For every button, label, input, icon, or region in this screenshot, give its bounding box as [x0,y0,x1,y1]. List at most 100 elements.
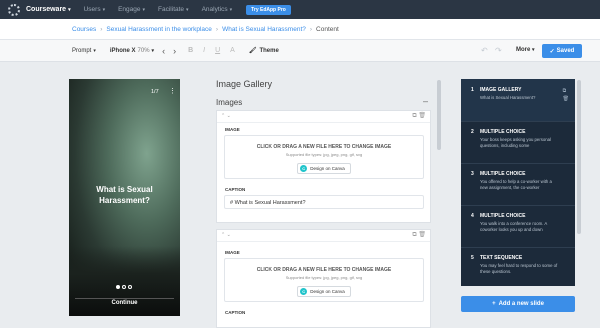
editor-scrollbar[interactable] [437,80,441,150]
breadcrumb-lesson[interactable]: What is Sexual Harassment? [222,26,306,33]
chevron-down-icon: ▾ [68,6,71,13]
editor-title: Image Gallery [216,79,273,89]
theme-label: Theme [259,47,279,54]
canva-button-label: Design on Canva [310,166,345,171]
device-label: iPhone X [109,47,136,54]
slide-title: MULTIPLE CHOICE [480,213,526,219]
chevron-down-icon: ▾ [102,6,106,13]
image-label: IMAGE [225,127,240,132]
slide-counter: 1/7 [151,89,159,95]
image-label: IMAGE [225,250,240,255]
images-section-title: Images [216,98,243,107]
slide-item-5[interactable]: 5 TEXT SEQUENCE You may feel hard to res… [461,247,575,286]
slide-number: 5 [471,255,474,261]
text-size-button[interactable]: A [230,47,235,54]
slide-description: What is Sexual Harassment? [480,95,536,100]
redo-icon[interactable]: ↷ [495,46,502,55]
dropzone-text: CLICK OR DRAG A NEW FILE HERE TO CHANGE … [256,144,392,150]
slide-list-scrollbar[interactable] [577,80,581,234]
prev-arrow-icon[interactable]: ‹ [162,46,165,56]
file-types-text: Supported file types: jpg, jpeg, png, gi… [285,152,363,157]
preview-title-line2: Harassment? [99,196,150,205]
device-dropdown[interactable]: iPhone X 70% ▾ [110,48,154,54]
breadcrumb-separator: › [215,25,219,33]
underline-button[interactable]: U [215,47,220,54]
breadcrumb-separator: › [309,25,313,33]
prompt-dropdown[interactable]: Prompt ▾ [72,48,96,54]
saved-button[interactable]: ✓ Saved [542,44,582,58]
nav-engage-label: Engage [118,6,141,13]
top-nav: Courseware ▾ Users ▾ Engage ▾ Facilitate ▾ A… [0,0,600,19]
progress-bar [75,298,174,299]
saved-label: Saved [556,48,575,54]
slide-item-4[interactable]: 4 MULTIPLE CHOICE You walk into a confer… [461,205,575,248]
try-pro-button[interactable]: Try EdApp Pro [246,4,291,15]
slide-description: You walk into a conference room. A cowor… [480,221,547,232]
preview-title: What is Sexual Harassment? [69,184,180,206]
caption-input[interactable]: # What is Sexual Harassment? [224,195,424,209]
image-card-2: ⌃ ⌄ ⧉ 🗑 IMAGE CLICK OR DRAG A NEW FILE H… [216,229,431,328]
slide-title: TEXT SEQUENCE [480,255,523,261]
nav-analytics[interactable]: Analytics ▾ [202,6,233,13]
pager-dot-active[interactable] [116,285,120,289]
slide-item-1[interactable]: 1 IMAGE GALLERY What is Sexual Harassmen… [461,79,575,122]
reorder-chevrons-icon[interactable]: ⌃ ⌄ [221,232,231,238]
file-types-text: Supported file types: jpg, jpeg, png, gi… [285,275,363,280]
nav-facilitate[interactable]: Facilitate ▾ [158,6,189,13]
collapse-icon[interactable]: – [423,96,428,106]
prompt-label: Prompt [72,47,92,54]
caption-label: CAPTION [225,310,246,315]
slide-item-2[interactable]: 2 MULTIPLE CHOICE Your boss keeps asking… [461,121,575,164]
copy-icon[interactable]: ⧉ [563,87,569,95]
pager-dot[interactable] [128,285,132,289]
more-vertical-icon[interactable]: ⋮ [169,87,176,95]
card-header: ⌃ ⌄ ⧉ 🗑 [217,111,430,123]
theme-button[interactable]: 🖌 Theme [249,47,279,55]
bold-button[interactable]: B [188,47,193,54]
slide-preview: 1/7 ⋮ What is Sexual Harassment? Continu… [69,79,180,316]
nav-courseware[interactable]: Courseware ▾ [26,6,71,13]
slide-number: 2 [471,129,474,135]
italic-button[interactable]: I [203,47,205,54]
undo-icon[interactable]: ↶ [481,46,488,55]
add-slide-button[interactable]: + Add a new slide [461,296,575,312]
continue-button[interactable]: Continue [69,300,180,306]
slide-description: You offered to help a co-worker with a n… [480,179,552,190]
chevron-down-icon: ▾ [186,6,189,13]
more-dropdown[interactable]: More ▾ [516,47,535,53]
nav-engage[interactable]: Engage ▾ [118,6,145,13]
canva-button[interactable]: C Design on Canva [297,286,351,297]
slide-list: 1 IMAGE GALLERY What is Sexual Harassmen… [461,79,575,286]
reorder-chevrons-icon[interactable]: ⌃ ⌄ [221,113,231,119]
canva-icon: C [300,165,308,172]
editor-toolbar: Prompt ▾ iPhone X 70% ▾ ‹ › B I U A 🖌 Theme … [0,40,600,62]
gear-logo-icon[interactable] [8,3,20,16]
chevron-down-icon: ▾ [142,6,146,13]
nav-users[interactable]: Users ▾ [84,6,106,13]
nav-analytics-label: Analytics [201,6,228,13]
image-dropzone[interactable]: CLICK OR DRAG A NEW FILE HERE TO CHANGE … [224,135,424,179]
copy-delete-icons[interactable]: ⧉ 🗑 [412,231,426,239]
check-icon: ✓ [549,48,555,55]
slide-title: MULTIPLE CHOICE [480,171,526,177]
more-label: More [516,47,531,53]
breadcrumb-current: Content [316,25,339,33]
trash-icon[interactable]: 🗑 [563,95,569,103]
canva-icon: C [300,288,308,295]
image-card-1: ⌃ ⌄ ⧉ 🗑 IMAGE CLICK OR DRAG A NEW FILE H… [216,110,431,223]
chevron-down-icon: ▾ [532,47,535,53]
breadcrumb-courses[interactable]: Courses [72,26,96,33]
add-slide-label: Add a new slide [498,301,544,307]
slide-item-3[interactable]: 3 MULTIPLE CHOICE You offered to help a … [461,163,575,206]
caption-label: CAPTION [225,187,246,192]
next-arrow-icon[interactable]: › [173,46,176,56]
nav-users-label: Users [83,6,101,13]
breadcrumb: Courses › Sexual Harassment in the workp… [0,19,600,40]
copy-delete-icons[interactable]: ⧉ 🗑 [412,112,426,120]
breadcrumb-course[interactable]: Sexual Harassment in the workplace [106,26,212,33]
image-dropzone[interactable]: CLICK OR DRAG A NEW FILE HERE TO CHANGE … [224,258,424,302]
slide-description: Your boss keeps asking you personal ques… [480,137,552,148]
zoom-level: 70% [137,47,150,54]
pager-dot[interactable] [122,285,126,289]
canva-button[interactable]: C Design on Canva [297,163,351,174]
